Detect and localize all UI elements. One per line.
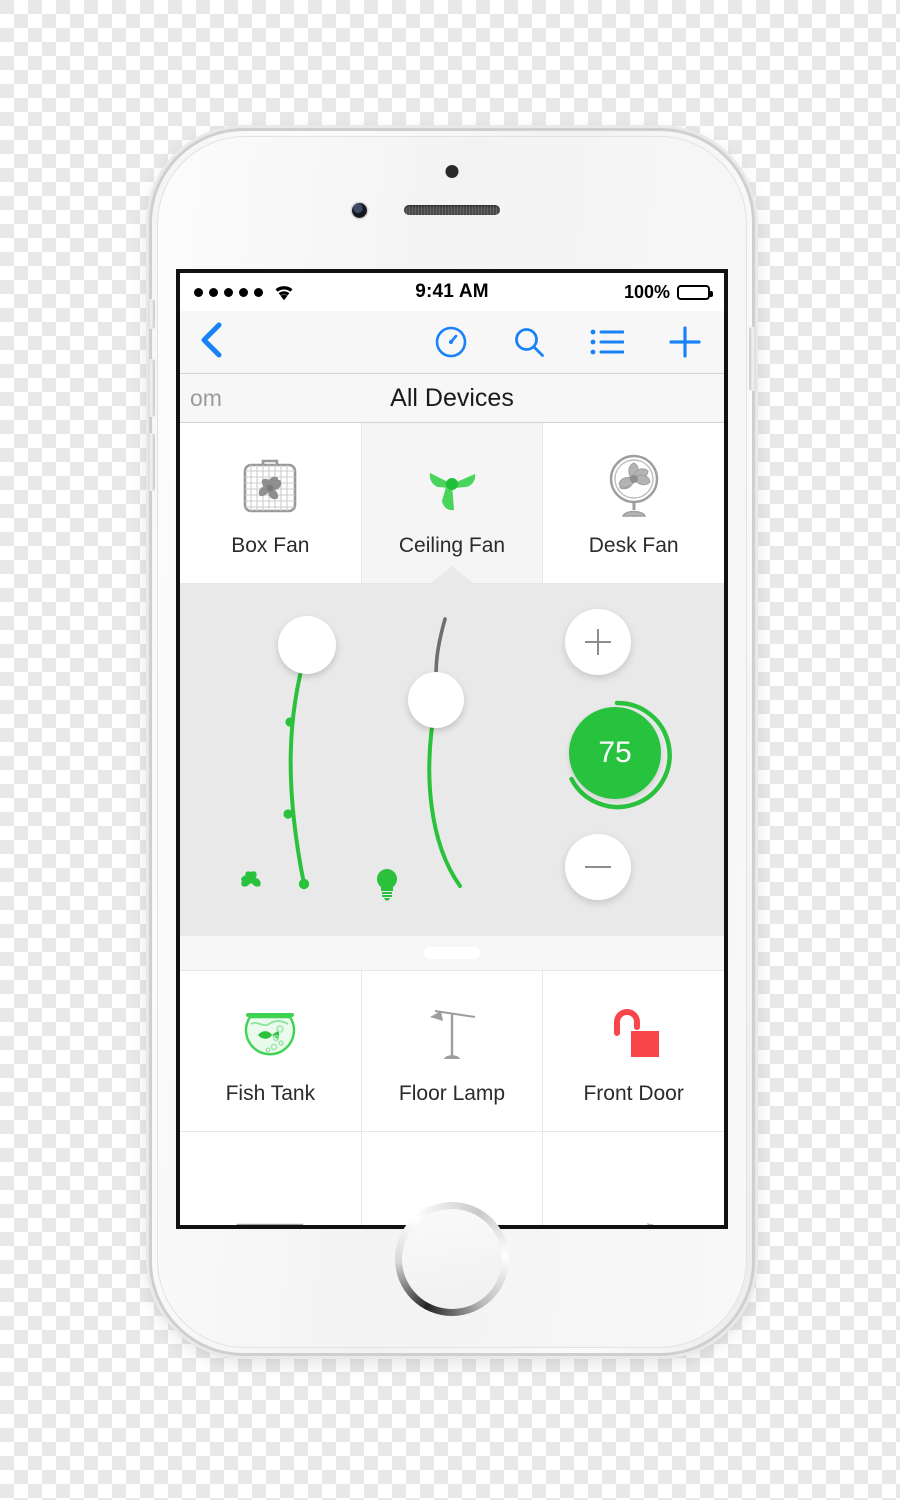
box-fan-icon xyxy=(237,448,303,524)
device-tile-desk-fan[interactable]: Desk Fan xyxy=(543,423,724,584)
battery-percent-label: 100% xyxy=(623,281,670,302)
fan-chain-line xyxy=(288,650,308,886)
dashboard-gauge-icon[interactable] xyxy=(434,325,468,359)
device-tile-box-fan[interactable]: Box Fan xyxy=(180,423,362,584)
phone-screen: 9:41 AM 100% om All Devices Box Fan Ceil… xyxy=(180,273,724,1225)
signal-dot xyxy=(209,287,218,297)
status-bar-right: 100% xyxy=(489,281,713,303)
proximity-sensor xyxy=(445,165,459,178)
lightbulb-icon xyxy=(373,867,401,906)
signal-dot xyxy=(194,287,203,297)
navigation-bar xyxy=(180,311,724,374)
fan-blade-icon xyxy=(234,864,268,903)
earpiece-speaker xyxy=(404,205,500,215)
dial-fill: 75 xyxy=(569,707,661,799)
radiator-icon xyxy=(234,1203,306,1225)
list-icon[interactable] xyxy=(590,328,624,356)
title-bar: om All Devices xyxy=(180,374,724,423)
battery-icon xyxy=(677,284,713,300)
fan-chain-stop xyxy=(285,717,295,727)
ceiling-fan-icon xyxy=(414,448,490,524)
device-grid-row: Box Fan Ceiling Fan Desk Fan xyxy=(180,423,724,584)
plus-icon[interactable] xyxy=(668,325,702,359)
home-button[interactable] xyxy=(395,1202,509,1316)
device-tile-fish-tank[interactable]: Fish Tank xyxy=(180,971,362,1132)
device-tile-ceiling-fan[interactable]: Ceiling Fan xyxy=(361,423,544,584)
status-bar-left xyxy=(194,284,415,301)
desk-lamp-icon xyxy=(601,1203,667,1225)
device-tile-label: Ceiling Fan xyxy=(398,534,506,557)
selected-tile-caret xyxy=(430,566,474,584)
fan-chain-stop xyxy=(283,809,293,819)
light-chain-inactive xyxy=(434,617,447,678)
front-camera xyxy=(352,203,367,218)
device-grid-row: Fish Tank Floor Lamp Front Door xyxy=(180,970,724,1132)
value-dial[interactable]: 75 xyxy=(561,699,673,811)
page-title: All Devices xyxy=(390,383,514,412)
device-tile-label: Fish Tank xyxy=(225,1082,316,1105)
navigation-actions xyxy=(242,325,706,359)
device-tile-radiator[interactable] xyxy=(180,1132,362,1225)
status-bar-time: 9:41 AM xyxy=(415,281,489,302)
signal-dot xyxy=(254,287,263,297)
light-chain-knob[interactable] xyxy=(408,672,464,728)
light-chain-line xyxy=(427,700,462,888)
signal-dot xyxy=(239,287,248,297)
device-control-panel: 75 xyxy=(180,584,724,936)
device-tile-label: Front Door xyxy=(583,1082,684,1105)
unlocked-padlock-icon xyxy=(603,996,665,1072)
fan-chain-end xyxy=(298,878,310,890)
minus-icon xyxy=(585,854,611,880)
power-button[interactable] xyxy=(749,327,756,391)
device-tile-label: Desk Fan xyxy=(588,534,679,557)
panel-handle-bar xyxy=(180,936,724,970)
decrease-button[interactable] xyxy=(565,834,631,900)
breadcrumb[interactable]: om xyxy=(190,385,222,412)
volume-up-button[interactable] xyxy=(148,359,155,417)
device-tile-label: Box Fan xyxy=(231,534,310,557)
increase-button[interactable] xyxy=(565,609,631,675)
device-tile-label: Floor Lamp xyxy=(398,1082,506,1105)
back-button[interactable] xyxy=(198,321,242,364)
signal-dot xyxy=(224,287,233,297)
phone-device: 9:41 AM 100% om All Devices Box Fan Ceil… xyxy=(148,131,756,1353)
dial-value: 75 xyxy=(598,736,632,769)
plus-icon xyxy=(585,629,611,655)
device-tile-floor-lamp[interactable]: Floor Lamp xyxy=(361,971,544,1132)
wifi-icon xyxy=(273,284,295,301)
status-bar: 9:41 AM 100% xyxy=(180,273,724,311)
fish-tank-icon xyxy=(236,996,304,1072)
device-tile-desk-lamp[interactable] xyxy=(543,1132,724,1225)
fan-chain-knob[interactable] xyxy=(278,616,336,674)
panel-drag-handle[interactable] xyxy=(424,947,480,959)
silent-switch[interactable] xyxy=(148,299,155,329)
volume-down-button[interactable] xyxy=(148,433,155,491)
floor-lamp-icon xyxy=(419,996,485,1072)
desk-fan-icon xyxy=(601,448,667,524)
device-tile-front-door[interactable]: Front Door xyxy=(543,971,724,1132)
search-icon[interactable] xyxy=(512,325,546,359)
